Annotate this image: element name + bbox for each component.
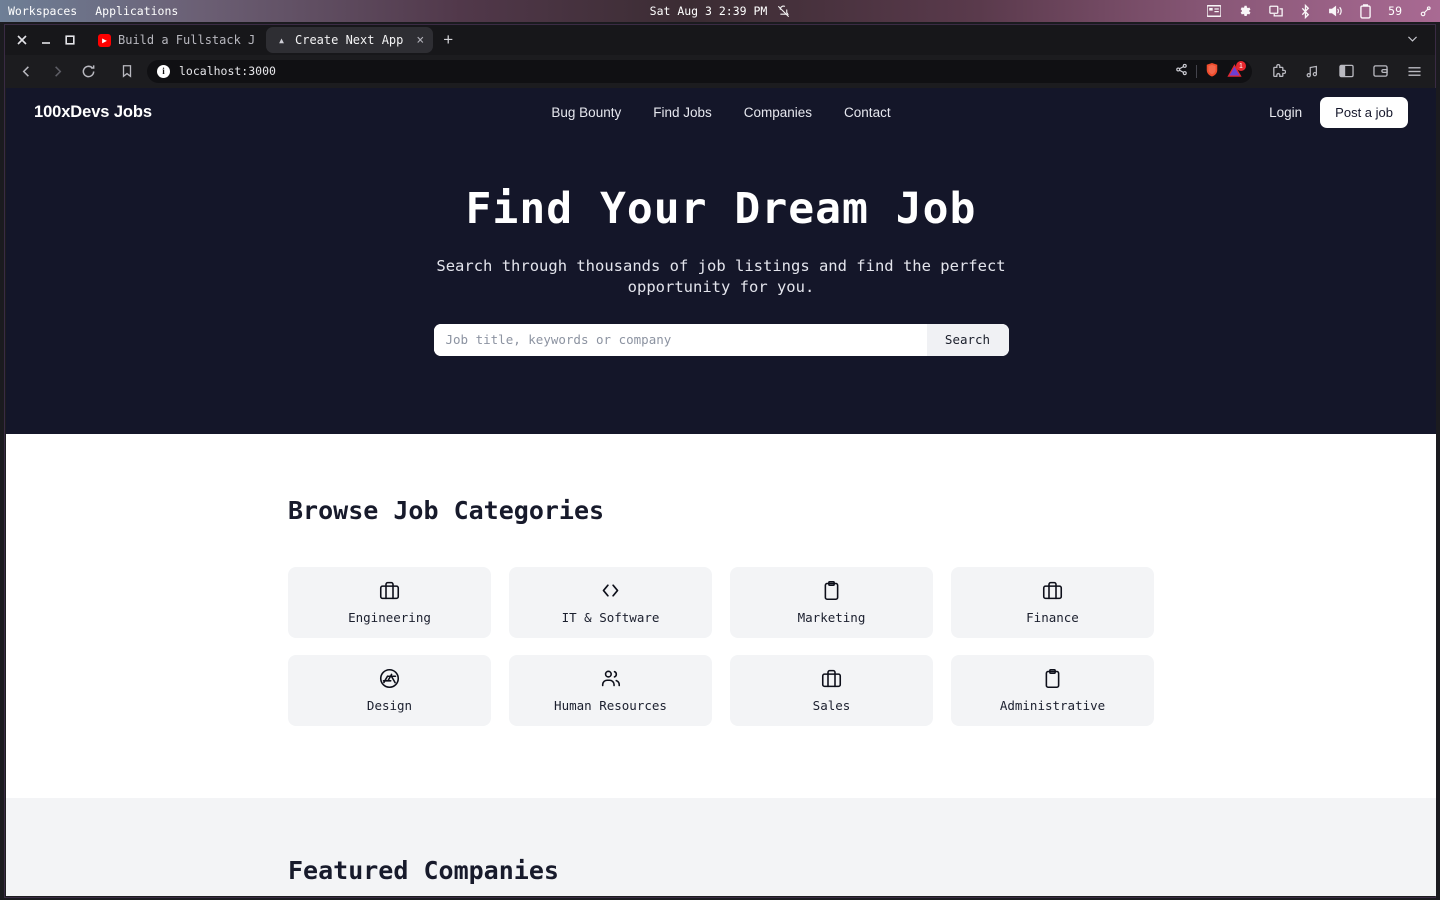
browser-toolbar-right xyxy=(1261,60,1425,82)
site-header: 100xDevs Jobs Bug Bounty Find Jobs Compa… xyxy=(6,88,1436,136)
category-card-human-resources[interactable]: Human Resources xyxy=(509,655,712,726)
menu-icon[interactable] xyxy=(1403,60,1425,82)
extensions-icon[interactable] xyxy=(1267,60,1289,82)
main-navigation: Bug Bounty Find Jobs Companies Contact xyxy=(6,105,1436,120)
category-label: Design xyxy=(366,698,413,713)
forward-icon[interactable] xyxy=(46,60,68,82)
reload-icon[interactable] xyxy=(77,60,99,82)
window-maximize-button[interactable] xyxy=(59,29,81,51)
search-button[interactable]: Search xyxy=(926,323,1009,356)
browser-tab-0[interactable]: ▶ Build a Fullstack Jo xyxy=(89,27,264,53)
category-card-it-software[interactable]: IT & Software xyxy=(509,567,712,638)
users-icon xyxy=(600,668,622,689)
aperture-icon xyxy=(379,668,400,689)
companies-title: Featured Companies xyxy=(288,856,559,885)
toolbar-divider xyxy=(1196,64,1197,78)
job-categories-section: Browse Job Categories Engineering IT & S… xyxy=(6,434,1436,798)
category-label: Marketing xyxy=(797,610,866,625)
browser-navbar: i localhost:3000 1 xyxy=(5,55,1435,87)
battery-icon[interactable] xyxy=(1360,3,1371,19)
nav-link-companies[interactable]: Companies xyxy=(744,105,812,120)
clipboard-icon xyxy=(1042,668,1063,689)
bluetooth-icon[interactable] xyxy=(1300,3,1311,19)
site-info-icon[interactable]: i xyxy=(157,64,170,78)
hero-section: Find Your Dream Job Search through thous… xyxy=(6,136,1436,434)
share-icon[interactable] xyxy=(1175,63,1188,79)
briefcase-icon xyxy=(379,580,400,601)
sidebar-toggle-icon[interactable] xyxy=(1207,5,1222,17)
category-card-finance[interactable]: Finance xyxy=(951,567,1154,638)
search-input[interactable] xyxy=(433,323,927,356)
gear-icon[interactable] xyxy=(1238,4,1252,18)
volume-icon[interactable] xyxy=(1328,4,1343,18)
browser-tab-label: Build a Fullstack Jo xyxy=(118,33,255,47)
post-a-job-button[interactable]: Post a job xyxy=(1320,96,1408,128)
network-icon[interactable] xyxy=(1419,5,1432,18)
battery-percent: 59 xyxy=(1388,4,1402,18)
category-card-marketing[interactable]: Marketing xyxy=(730,567,933,638)
code-icon xyxy=(600,580,621,601)
alert-badge: 1 xyxy=(1236,61,1246,71)
site-brand[interactable]: 100xDevs Jobs xyxy=(34,103,152,122)
music-icon[interactable] xyxy=(1301,60,1323,82)
clipboard-icon xyxy=(821,580,842,601)
category-card-engineering[interactable]: Engineering xyxy=(288,567,491,638)
hero-subtitle: Search through thousands of job listings… xyxy=(436,257,1006,297)
window-minimize-button[interactable] xyxy=(35,29,57,51)
brave-shields-icon[interactable] xyxy=(1205,62,1219,80)
nav-link-bug-bounty[interactable]: Bug Bounty xyxy=(551,105,621,120)
categories-title: Browse Job Categories xyxy=(288,496,605,525)
login-link[interactable]: Login xyxy=(1269,105,1302,120)
category-label: IT & Software xyxy=(561,610,660,625)
briefcase-icon xyxy=(821,668,842,689)
alert-icon[interactable]: 1 xyxy=(1227,61,1246,78)
close-icon[interactable]: × xyxy=(416,33,424,48)
screencast-icon[interactable] xyxy=(1269,5,1283,18)
category-label: Sales xyxy=(812,698,851,713)
page-viewport: 100xDevs Jobs Bug Bounty Find Jobs Compa… xyxy=(6,88,1436,896)
system-clock: Sat Aug 3 2:39 PM xyxy=(649,4,768,18)
category-card-administrative[interactable]: Administrative xyxy=(951,655,1154,726)
window-close-button[interactable] xyxy=(11,29,33,51)
categories-grid: Engineering IT & Software Marketing Fina… xyxy=(288,567,1154,726)
hero-search-bar: Search xyxy=(433,323,1009,356)
bell-muted-icon[interactable] xyxy=(777,5,790,18)
url-text: localhost:3000 xyxy=(179,64,276,78)
browser-tab-1[interactable]: ▲ Create Next App × xyxy=(266,27,434,53)
youtube-icon: ▶ xyxy=(98,33,111,47)
sidebar-panel-icon[interactable] xyxy=(1335,60,1357,82)
nav-link-contact[interactable]: Contact xyxy=(844,105,891,120)
browser-tabstrip: ▶ Build a Fullstack Jo ▲ Create Next App… xyxy=(5,25,1435,55)
nav-link-find-jobs[interactable]: Find Jobs xyxy=(653,105,712,120)
featured-companies-section: Featured Companies NETFLIX xyxy=(6,798,1436,896)
category-label: Human Resources xyxy=(554,698,667,713)
wallet-icon[interactable] xyxy=(1369,60,1391,82)
os-top-bar: Workspaces Applications Sat Aug 3 2:39 P… xyxy=(0,0,1440,22)
category-label: Administrative xyxy=(999,698,1106,713)
browser-window: ▶ Build a Fullstack Jo ▲ Create Next App… xyxy=(4,24,1436,898)
nextjs-icon: ▲ xyxy=(279,35,284,45)
address-bar[interactable]: i localhost:3000 1 xyxy=(147,59,1252,83)
new-tab-button[interactable]: + xyxy=(435,30,461,50)
tabstrip-chevron-down-icon[interactable] xyxy=(1406,32,1429,48)
bookmark-icon[interactable] xyxy=(116,60,138,82)
header-actions: Login Post a job xyxy=(1269,96,1408,128)
briefcase-icon xyxy=(1042,580,1063,601)
category-card-design[interactable]: Design xyxy=(288,655,491,726)
hero-title: Find Your Dream Job xyxy=(465,184,977,234)
category-label: Finance xyxy=(1026,610,1079,625)
back-icon[interactable] xyxy=(15,60,37,82)
category-card-sales[interactable]: Sales xyxy=(730,655,933,726)
category-label: Engineering xyxy=(348,610,431,625)
browser-tab-label: Create Next App xyxy=(295,33,404,47)
